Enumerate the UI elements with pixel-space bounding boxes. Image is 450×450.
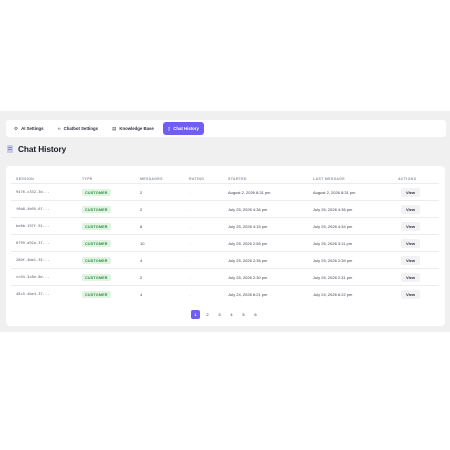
document-icon: ▯	[167, 125, 171, 131]
session-id: 280f-4bb1-35...	[16, 257, 50, 262]
column-header-started: STARTED	[228, 177, 247, 181]
session-id: 6799-a92a-37...	[16, 240, 50, 245]
view-button[interactable]: View	[401, 255, 420, 265]
last-message-time: July 25, 2026 2:39 pm	[313, 257, 353, 263]
table-row: 280f-4bb1-35... CUSTOMER 4 - July 25, 2026 2…	[11, 251, 439, 268]
started-time: July 25, 2026 2:36 pm	[228, 257, 268, 263]
code-icon: ‹›	[57, 126, 61, 131]
tab-label: AI Settings	[21, 126, 44, 131]
column-header-rating: RATING	[189, 177, 205, 181]
page-header: Chat History	[7, 143, 66, 155]
tab-knowledge-base[interactable]: ▤ Knowledge Base	[107, 122, 159, 135]
last-message-time: July 25, 2026 4:36 pm	[313, 206, 353, 212]
message-count: 2	[140, 206, 143, 212]
view-button[interactable]: View	[401, 187, 420, 197]
table-row: 48c5-4be4-37... CUSTOMER 4 - July 24, 2026 6…	[11, 285, 439, 302]
tab-bar: ⚙ AI Settings ‹› Chatbot Settings ▤ Knowledge…	[6, 120, 446, 137]
rating: -	[189, 189, 191, 195]
table-row: 6799-a92a-37... CUSTOMER 10 - July 25, 2026 …	[11, 234, 439, 251]
page-button-1[interactable]: 1	[191, 310, 200, 319]
started-time: July 25, 2026 2:30 pm	[228, 274, 268, 280]
type-badge: CUSTOMER	[82, 206, 111, 213]
type-badge: CUSTOMER	[82, 274, 111, 281]
tab-label: Chat History	[173, 126, 199, 131]
tab-label: Chatbot Settings	[63, 126, 99, 131]
message-count: 8	[140, 223, 143, 229]
rating: -	[189, 274, 191, 280]
message-count: 10	[140, 240, 145, 246]
book-icon: ▤	[112, 125, 117, 131]
page-button-6[interactable]: 6	[251, 310, 260, 319]
tab-label: Knowledge Base	[119, 126, 154, 131]
type-badge: CUSTOMER	[82, 240, 111, 247]
type-badge: CUSTOMER	[82, 189, 111, 196]
message-count: 2	[140, 274, 143, 280]
column-header-last-message: LAST MESSAGE	[313, 177, 345, 181]
type-badge: CUSTOMER	[82, 223, 111, 230]
rating: -	[189, 291, 191, 297]
last-message-time: August 2, 2026 8:31 pm	[313, 189, 356, 195]
rating: -	[189, 206, 191, 212]
rating: -	[189, 257, 191, 263]
started-time: July 24, 2026 6:21 pm	[228, 291, 268, 297]
table-row: be6b-197f-91... CUSTOMER 8 - July 25, 2026 4…	[11, 217, 439, 234]
rating: -	[189, 240, 191, 246]
message-count: 2	[140, 189, 143, 195]
robot-icon: ⚙	[14, 125, 19, 131]
table-row: cc94-3c8e-8e... CUSTOMER 2 - July 25, 2026 2…	[11, 268, 439, 285]
column-header-type: TYPE	[82, 177, 93, 181]
page-button-2[interactable]: 2	[203, 310, 212, 319]
message-count: 4	[140, 291, 143, 297]
message-count: 4	[140, 257, 143, 263]
started-time: July 25, 2026 4:15 pm	[228, 223, 268, 229]
view-button[interactable]: View	[401, 272, 420, 282]
last-message-time: July 25, 2026 2:31 pm	[313, 274, 353, 280]
page-title: Chat History	[18, 144, 67, 154]
page-button-3[interactable]: 3	[215, 310, 224, 319]
settings-panel: ⚙ AI Settings ‹› Chatbot Settings ▤ Knowledge…	[0, 111, 450, 332]
pagination: 123456	[191, 310, 260, 319]
last-message-time: July 25, 2026 3:11 pm	[313, 240, 353, 246]
view-button[interactable]: View	[401, 238, 420, 248]
session-id: cc94-3c8e-8e...	[16, 274, 50, 279]
view-button[interactable]: View	[401, 221, 420, 231]
column-header-messages: MESSAGES	[140, 177, 163, 181]
started-time: July 25, 2026 4:36 pm	[228, 206, 268, 212]
started-time: August 2, 2026 8:31 pm	[228, 189, 271, 195]
view-button[interactable]: View	[401, 204, 420, 214]
session-id: be6b-197f-91...	[16, 223, 50, 228]
started-time: July 25, 2026 2:56 pm	[228, 240, 268, 246]
column-header-actions: ACTIONS	[398, 177, 417, 181]
table-row: f6b8-4b95-67... CUSTOMER 2 - July 25, 2026 4…	[11, 200, 439, 217]
session-id: 9476-c332-3d...	[16, 189, 50, 194]
last-message-time: July 25, 2026 4:34 pm	[313, 223, 353, 229]
rating: -	[189, 223, 191, 229]
page-button-5[interactable]: 5	[239, 310, 248, 319]
page-button-4[interactable]: 4	[227, 310, 236, 319]
chat-history-table: 9476-c332-3d... CUSTOMER 2 - August 2, 2026 …	[11, 183, 439, 302]
tab-chat-history[interactable]: ▯ Chat History	[162, 122, 204, 135]
view-button[interactable]: View	[401, 289, 420, 299]
tab-chatbot-settings[interactable]: ‹› Chatbot Settings	[53, 122, 103, 135]
session-id: 48c5-4be4-37...	[16, 291, 50, 296]
document-icon	[7, 145, 13, 153]
session-id: f6b8-4b95-67...	[16, 206, 50, 211]
last-message-time: July 24, 2026 6:22 pm	[313, 291, 353, 297]
type-badge: CUSTOMER	[82, 257, 111, 264]
chat-history-card: SESSION TYPE MESSAGES RATING STARTED LAS…	[6, 166, 445, 326]
type-badge: CUSTOMER	[82, 291, 111, 298]
table-row: 9476-c332-3d... CUSTOMER 2 - August 2, 2026 …	[11, 183, 439, 200]
column-header-session: SESSION	[16, 177, 35, 181]
tab-ai-settings[interactable]: ⚙ AI Settings	[9, 122, 49, 135]
